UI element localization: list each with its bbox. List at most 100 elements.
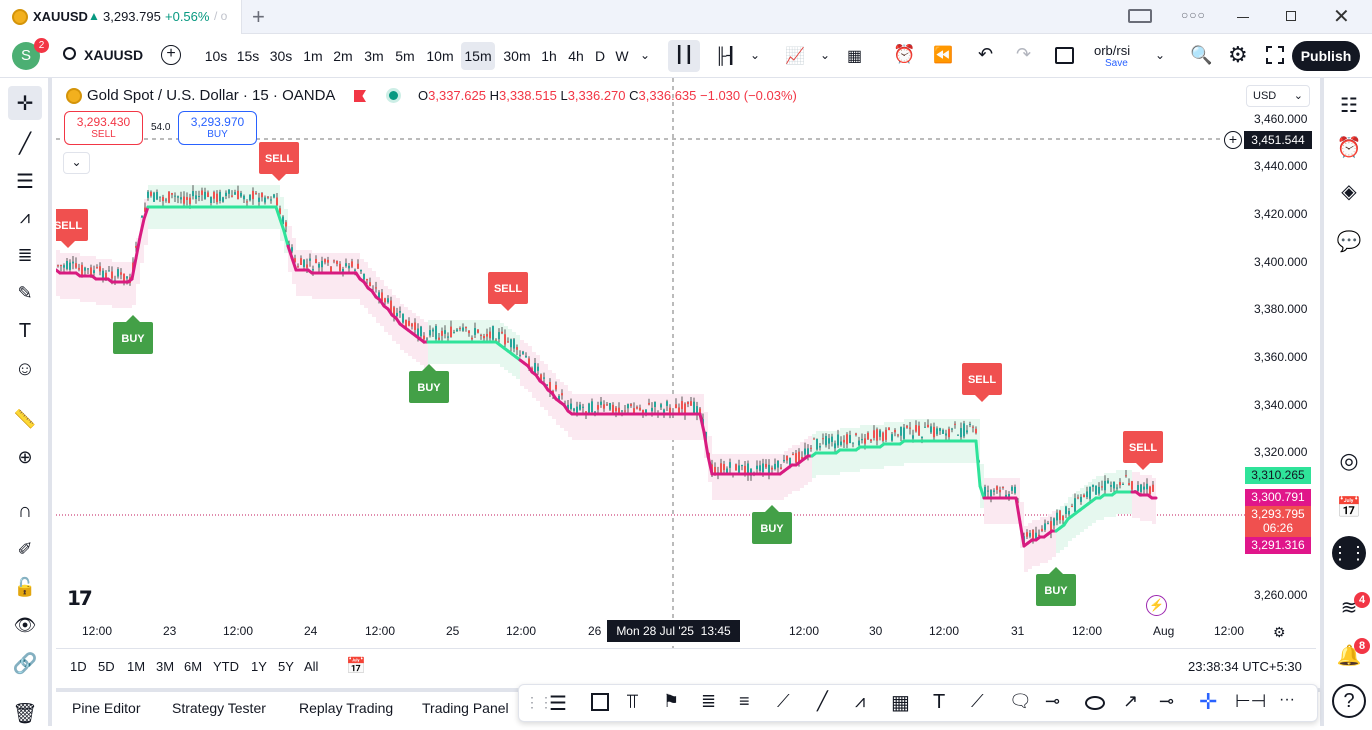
rect-tool-icon[interactable] — [591, 693, 609, 711]
more-tools-icon[interactable]: ··· — [1279, 691, 1295, 709]
interval-D[interactable]: D — [593, 42, 607, 70]
close-icon[interactable]: ✕ — [1333, 4, 1350, 29]
quick-search-icon[interactable]: 🔍 — [1190, 45, 1212, 66]
chart-title[interactable]: Gold Spot / U.S. Dollar · 15 · OANDA — [87, 87, 335, 104]
link-icon[interactable]: 🔗 — [8, 646, 42, 680]
minimize-icon[interactable] — [1237, 17, 1249, 18]
collapse-legend-icon[interactable]: ⌄ — [63, 152, 90, 174]
brush-icon[interactable]: ✎ — [8, 276, 42, 310]
redo-icon[interactable]: ↷ — [1016, 44, 1031, 65]
range-5d[interactable]: 5D — [98, 659, 115, 674]
help-icon[interactable]: ? — [1332, 684, 1366, 718]
range-3m[interactable]: 3M — [156, 659, 174, 674]
callout-tool-icon[interactable]: 🗨 — [1009, 691, 1032, 712]
bottom-tab-trading-panel[interactable]: Trading Panel — [422, 700, 509, 716]
interval-W[interactable]: W — [614, 42, 630, 70]
buy-button[interactable]: 3,293.970 BUY — [178, 111, 257, 145]
range-5y[interactable]: 5Y — [278, 659, 294, 674]
more-icon[interactable]: ○○○ — [1181, 8, 1206, 22]
sell-signal[interactable]: SELL — [962, 363, 1002, 402]
grid-tool-icon[interactable]: ▦ — [891, 690, 910, 715]
zigzag-tool-icon[interactable]: ⩘ — [855, 691, 865, 712]
date-range-icon[interactable]: 📅 — [346, 656, 366, 676]
layout-dropdown-icon[interactable]: ⌄ — [1155, 48, 1165, 62]
interval-10m[interactable]: 10m — [425, 42, 455, 70]
fib-tool-icon[interactable]: ≣ — [701, 691, 716, 712]
measure-tool-icon[interactable]: ⊢⊣ — [1235, 691, 1266, 712]
screen-icon[interactable] — [1128, 9, 1152, 23]
chat-icon[interactable]: 💬 — [1332, 224, 1366, 258]
active-tab[interactable]: XAUUSD ▲ 3,293.795 +0.56% / o — [0, 0, 242, 34]
interval-30m[interactable]: 30m — [502, 42, 532, 70]
path-tool-icon[interactable]: ⟋ — [777, 691, 790, 712]
text-anchor-tool-icon[interactable]: ⫪ — [627, 691, 638, 714]
sell-signal[interactable]: SELL — [259, 142, 299, 181]
sell-signal[interactable]: SELL — [1123, 431, 1163, 470]
trend-line-icon[interactable]: ╱ — [8, 126, 42, 160]
alerts-clock-icon[interactable]: ⏰ — [1332, 130, 1366, 164]
target-icon[interactable]: ◎ — [1332, 444, 1366, 478]
buy-signal[interactable]: BUY — [1036, 567, 1076, 606]
chart-type-dropdown-icon[interactable]: ⌄ — [750, 48, 760, 62]
compare-icon[interactable]: + — [161, 45, 181, 65]
interval-3m[interactable]: 3m — [363, 42, 385, 70]
range-all[interactable]: All — [304, 659, 318, 674]
interval-2m[interactable]: 2m — [332, 42, 354, 70]
buy-signal[interactable]: BUY — [409, 364, 449, 403]
hray-tool-icon[interactable]: ⊸ — [1045, 691, 1060, 712]
text-tool-icon[interactable]: T — [8, 314, 42, 348]
lock-icon[interactable]: 🔓 — [8, 570, 42, 604]
undo-icon[interactable]: ↶ — [978, 44, 993, 65]
trend-tool-icon[interactable]: ⟋ — [971, 691, 984, 712]
price-axis[interactable]: 3,460.000 3,440.000 3,420.000 3,400.000 3,38… — [1226, 78, 1316, 648]
indicators-icon[interactable]: 📈 — [785, 46, 805, 66]
symbol-search[interactable]: XAUUSD — [84, 47, 143, 63]
sell-button[interactable]: 3,293.430 SELL — [64, 111, 143, 145]
interval-1m[interactable]: 1m — [302, 42, 324, 70]
fullscreen-frame-icon[interactable] — [1055, 47, 1074, 64]
interval-dropdown-icon[interactable]: ⌄ — [640, 48, 650, 62]
price-chart[interactable]: SELL SELL SELL SELL SELL BUY BUY BUY BUY — [56, 78, 1316, 648]
ray-tool-icon[interactable]: ╱ — [817, 691, 828, 712]
range-1m[interactable]: 1M — [127, 659, 145, 674]
lightning-icon[interactable]: ⚡ — [1146, 595, 1167, 616]
range-1d[interactable]: 1D — [70, 659, 87, 674]
layout-save[interactable]: Save — [1105, 58, 1128, 69]
interval-10s[interactable]: 10s — [204, 42, 228, 70]
tradingview-logo[interactable]: 𝟭𝟳 — [67, 586, 93, 611]
hlines-tool-icon[interactable]: ☰ — [549, 691, 567, 716]
hline-tool-icon[interactable]: ⊸ — [1159, 691, 1174, 712]
bottom-tab-pine-editor[interactable]: Pine Editor — [72, 700, 140, 716]
arrow-tool-icon[interactable]: ↗ — [1123, 691, 1138, 712]
channel-tool-icon[interactable]: ≡ — [739, 691, 750, 712]
crosshair-icon[interactable]: ✛ — [8, 86, 42, 120]
indicators-dropdown-icon[interactable]: ⌄ — [820, 48, 830, 62]
range-1y[interactable]: 1Y — [251, 659, 267, 674]
bottom-tab-strategy-tester[interactable]: Strategy Tester — [172, 700, 266, 716]
search-icon[interactable] — [63, 47, 76, 60]
magnet-icon[interactable]: ∩ — [8, 494, 42, 528]
interval-1h[interactable]: 1h — [539, 42, 559, 70]
restore-icon[interactable] — [1286, 11, 1296, 21]
range-ytd[interactable]: YTD — [213, 659, 239, 674]
interval-15m[interactable]: 15m — [461, 42, 495, 70]
fullscreen-icon[interactable] — [1266, 46, 1284, 64]
publish-button[interactable]: Publish — [1292, 41, 1360, 71]
buy-signal[interactable]: BUY — [752, 505, 792, 544]
interval-4h[interactable]: 4h — [566, 42, 586, 70]
horizontal-lines-icon[interactable]: ☰ — [8, 164, 42, 198]
range-6m[interactable]: 6M — [184, 659, 202, 674]
candles-icon[interactable]: ┃┃ — [668, 40, 700, 72]
replay-icon[interactable]: ⏪ — [933, 45, 953, 65]
interval-30s[interactable]: 30s — [268, 42, 294, 70]
ruler-icon[interactable]: 📏 — [8, 402, 42, 436]
bars-icon[interactable]: ╟┨ — [715, 46, 736, 66]
axis-settings-icon[interactable]: ⚙ — [1273, 624, 1286, 641]
ellipse-tool-icon[interactable] — [1085, 696, 1105, 710]
settings-icon[interactable]: ⚙ — [1228, 42, 1248, 68]
trash-icon[interactable]: 🗑 — [8, 696, 42, 730]
buy-signal[interactable]: BUY — [113, 315, 153, 354]
alert-icon[interactable]: ⏰ — [893, 44, 915, 65]
layouts-icon[interactable]: ▦ — [847, 46, 862, 66]
interval-5m[interactable]: 5m — [394, 42, 416, 70]
